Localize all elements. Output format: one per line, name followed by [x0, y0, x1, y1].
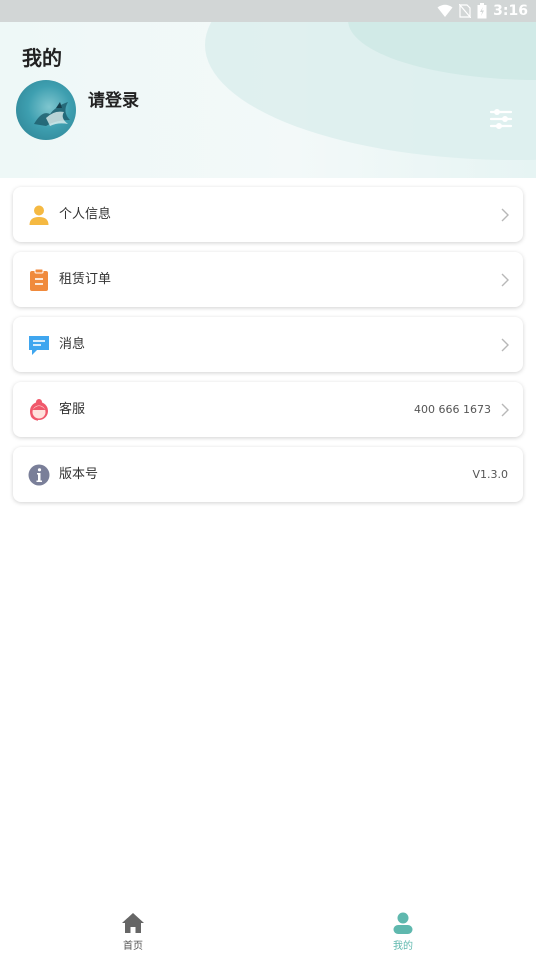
profile-icon: [393, 912, 413, 934]
chevron-right-icon: [501, 208, 509, 222]
menu-item-messages[interactable]: 消息: [13, 317, 523, 372]
menu-item-version: 版本号 V1.3.0: [13, 447, 523, 502]
wifi-icon: [437, 4, 453, 17]
nav-home[interactable]: 首页: [93, 910, 173, 956]
settings-icon[interactable]: [488, 106, 514, 132]
battery-icon: [477, 3, 487, 19]
service-phone[interactable]: 400 666 1673: [414, 401, 491, 419]
menu-label: 个人信息: [59, 207, 112, 222]
home-icon: [122, 913, 144, 933]
menu-label: 客服: [59, 402, 86, 417]
avatar[interactable]: [16, 80, 76, 140]
menu-label: 租赁订单: [59, 272, 112, 287]
page-title: 我的: [22, 46, 62, 70]
nav-profile[interactable]: 我的: [363, 910, 443, 956]
bottom-nav: 首页 我的: [0, 900, 536, 956]
user-icon: [29, 205, 49, 225]
status-time: 3:16: [493, 3, 528, 19]
chevron-right-icon: [501, 338, 509, 352]
message-icon: [29, 336, 49, 355]
headset-icon: [30, 399, 48, 421]
menu-label: 版本号: [59, 467, 99, 482]
info-icon: [28, 464, 50, 486]
nav-label: 我的: [393, 941, 413, 952]
no-sim-icon: [459, 4, 472, 18]
menu-item-customer-service[interactable]: 客服 400 666 1673: [13, 382, 523, 437]
version-number: V1.3.0: [472, 468, 508, 481]
status-bar: 3:16: [0, 0, 536, 22]
menu-label: 消息: [59, 337, 86, 352]
login-prompt[interactable]: 请登录: [88, 86, 139, 111]
chevron-right-icon: [501, 273, 509, 287]
clipboard-icon: [30, 268, 48, 291]
profile-header: 3:16 我的 请登录: [0, 0, 536, 178]
nav-label: 首页: [123, 941, 143, 952]
chevron-right-icon: [501, 403, 509, 417]
menu-item-rental-orders[interactable]: 租赁订单: [13, 252, 523, 307]
menu-item-profile[interactable]: 个人信息: [13, 187, 523, 242]
